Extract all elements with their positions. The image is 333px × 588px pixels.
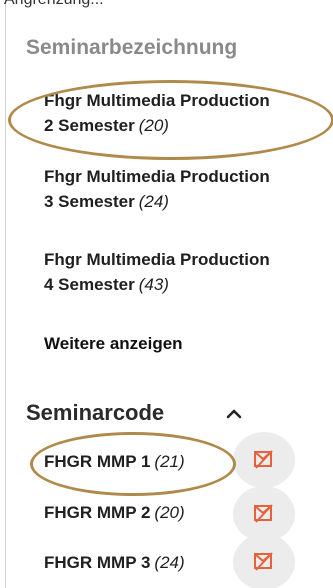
- filter-item-name-line2: 3 Semester: [44, 192, 135, 211]
- filter-item-name-line1: Fhgr Multimedia Production: [44, 91, 270, 110]
- filter-panel: Angrenzung... Seminarbezeichnung Fhgr Mu…: [0, 0, 333, 588]
- filter-item-seminar-3[interactable]: Fhgr Multimedia Production 3 Semester (24…: [44, 164, 270, 214]
- filter-item-seminar-4[interactable]: Fhgr Multimedia Production 4 Semester (43…: [44, 247, 270, 297]
- code-item-count: (20): [154, 503, 185, 522]
- code-item-name: FHGR MMP 2: [44, 503, 151, 522]
- top-cut-text: Angrenzung...: [4, 0, 104, 9]
- exclude-filter-icon: [254, 552, 273, 571]
- exclude-filter-icon: [254, 450, 273, 469]
- filter-item-count: (20): [138, 116, 169, 135]
- seminar-code-heading: Seminarcode: [26, 400, 165, 425]
- code-item-name: FHGR MMP 3: [44, 553, 151, 572]
- panel-divider: [5, 0, 6, 588]
- filter-item-name-line1: Fhgr Multimedia Production: [44, 167, 270, 186]
- filter-item-count: (43): [138, 275, 169, 294]
- chevron-up-icon[interactable]: [222, 402, 246, 426]
- show-more-link[interactable]: Weitere anzeigen: [44, 334, 183, 354]
- filter-item-code-1[interactable]: FHGR MMP 1 (21): [44, 452, 185, 472]
- filter-item-name-line1: Fhgr Multimedia Production: [44, 250, 270, 269]
- exclude-button[interactable]: [233, 534, 295, 588]
- code-item-count: (24): [154, 553, 185, 572]
- exclude-button[interactable]: [233, 432, 295, 488]
- code-item-count: (21): [154, 452, 185, 471]
- filter-item-name-line2: 2 Semester: [44, 116, 135, 135]
- exclude-filter-icon: [254, 504, 273, 523]
- filter-item-seminar-2[interactable]: Fhgr Multimedia Production 2 Semester (20…: [44, 88, 270, 138]
- filter-item-code-3[interactable]: FHGR MMP 3 (24): [44, 553, 185, 573]
- code-item-name: FHGR MMP 1: [44, 452, 151, 471]
- filter-item-count: (24): [138, 192, 169, 211]
- filter-item-code-2[interactable]: FHGR MMP 2 (20): [44, 503, 185, 523]
- seminar-title-heading: Seminarbezeichnung: [26, 36, 238, 59]
- filter-item-name-line2: 4 Semester: [44, 275, 135, 294]
